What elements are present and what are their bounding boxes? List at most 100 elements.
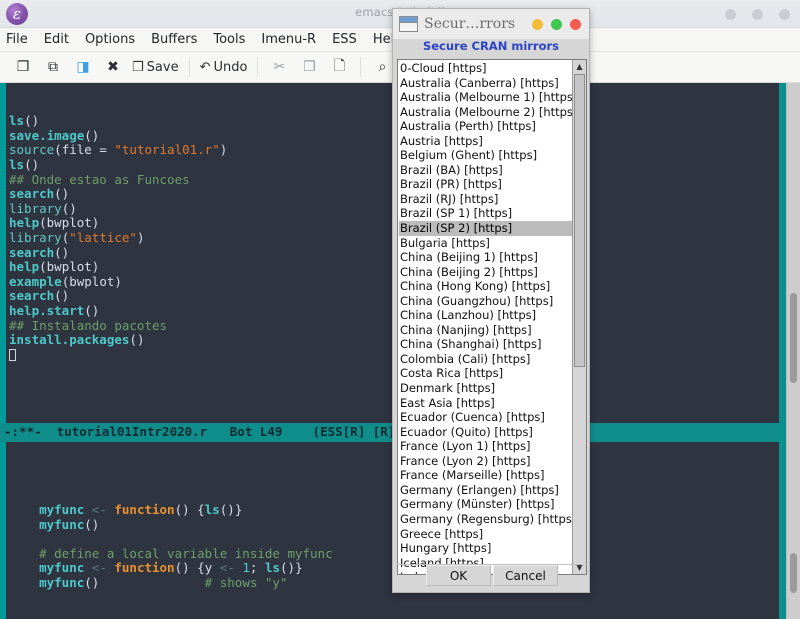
dialog-titlebar: Secur…rrors	[393, 9, 589, 39]
code-token: <-	[212, 560, 242, 575]
dialog-minimize-button[interactable]	[532, 19, 543, 30]
mirror-list-item[interactable]: China (Shanghai) [https]	[399, 337, 572, 352]
dialog-maximize-button[interactable]	[551, 19, 562, 30]
code-token: (	[39, 259, 47, 274]
code-token: <-	[84, 560, 114, 575]
mirror-list-item[interactable]: Germany (Erlangen) [https]	[399, 483, 572, 498]
code-token: ()	[84, 128, 99, 143]
screen: ε emacs@aledell File Edit Options Buffer…	[0, 0, 800, 619]
mirror-list-item[interactable]: Australia (Canberra) [https]	[399, 76, 572, 91]
mirror-list-item[interactable]: Brazil (BA) [https]	[399, 163, 572, 178]
menu-item-buffers[interactable]: Buffers	[151, 32, 197, 47]
cran-mirror-dialog[interactable]: Secur…rrors Secure CRAN mirrors 0-Cloud …	[392, 8, 590, 593]
code-token: bwplot	[47, 215, 92, 230]
code-token	[9, 560, 39, 575]
dialog-window-controls[interactable]	[532, 19, 583, 30]
menu-item-options[interactable]: Options	[85, 32, 135, 47]
code-token: ()	[54, 288, 69, 303]
mirror-list-item[interactable]: Brazil (PR) [https]	[399, 177, 572, 192]
mirror-list[interactable]: 0-Cloud [https]Australia (Canberra) [htt…	[398, 60, 572, 574]
menu-item-imenu-r[interactable]: Imenu-R	[261, 32, 316, 47]
copy-icon[interactable]: ❐	[294, 54, 324, 80]
close-button[interactable]	[779, 9, 790, 20]
mirror-list-item[interactable]: Brazil (SP 2) [https]	[399, 221, 572, 236]
mirror-list-item[interactable]: Ecuador (Quito) [https]	[399, 425, 572, 440]
code-token: source	[9, 142, 54, 157]
mirror-list-item[interactable]: Australia (Melbourne 1) [https]	[399, 90, 572, 105]
mirror-list-item[interactable]: China (Nanjing) [https]	[399, 323, 572, 338]
close-buffer-icon[interactable]: ✖	[98, 54, 128, 80]
mirror-list-item[interactable]: Germany (Münster) [https]	[399, 497, 572, 512]
mirror-list-item[interactable]: Bulgaria [https]	[399, 236, 572, 251]
save-button[interactable]: ❐ Save	[128, 54, 183, 80]
save-label: Save	[147, 60, 179, 75]
mirror-list-item[interactable]: Brazil (SP 1) [https]	[399, 206, 572, 221]
maximize-button[interactable]	[752, 9, 763, 20]
code-token: (	[54, 142, 62, 157]
code-token: myfunc	[39, 575, 84, 590]
mirror-list-item[interactable]: Germany (Regensburg) [https]	[399, 512, 572, 527]
mirror-list-item[interactable]: China (Hong Kong) [https]	[399, 279, 572, 294]
mirror-list-scrollbar[interactable]: ▲ ▼	[572, 60, 586, 574]
mirror-list-item[interactable]: China (Beijing 1) [https]	[399, 250, 572, 265]
mirror-list-item[interactable]: Colombia (Cali) [https]	[399, 352, 572, 367]
mirror-scrollbar-thumb[interactable]	[574, 74, 585, 367]
code-token: myfunc	[39, 517, 84, 532]
mirror-list-item[interactable]: China (Beijing 2) [https]	[399, 265, 572, 280]
mirror-list-item[interactable]: Greece [https]	[399, 527, 572, 542]
menu-item-tools[interactable]: Tools	[213, 32, 245, 47]
code-token: )	[92, 259, 100, 274]
undo-icon: ↶	[200, 60, 211, 75]
buffer-scrollbar[interactable]	[786, 83, 800, 619]
open-file-icon[interactable]: ⧉	[38, 54, 68, 80]
action-spacer-right	[559, 565, 587, 586]
mirror-list-item[interactable]: France (Lyon 2) [https]	[399, 454, 572, 469]
mirror-list-item[interactable]: Australia (Perth) [https]	[399, 119, 572, 134]
mirror-list-item[interactable]: Ecuador (Cuenca) [https]	[399, 410, 572, 425]
menu-item-ess[interactable]: ESS	[332, 32, 357, 47]
window-controls[interactable]	[725, 9, 790, 20]
dired-icon[interactable]: ◨	[68, 54, 98, 80]
mirror-list-item[interactable]: 0-Cloud [https]	[399, 61, 572, 76]
mirror-list-item[interactable]: Austria [https]	[399, 134, 572, 149]
mirror-list-item[interactable]: Denmark [https]	[399, 381, 572, 396]
mirror-list-item[interactable]: France (Marseille) [https]	[399, 468, 572, 483]
paste-icon[interactable]: 🗋	[324, 54, 354, 80]
mirror-list-item[interactable]: France (Lyon 1) [https]	[399, 439, 572, 454]
mirror-list-item[interactable]: Brazil (RJ) [https]	[399, 192, 572, 207]
mirror-list-item[interactable]: Australia (Melbourne 2) [https]	[399, 105, 572, 120]
code-token: search	[9, 186, 54, 201]
mirror-list-container[interactable]: 0-Cloud [https]Australia (Canberra) [htt…	[397, 59, 587, 575]
dialog-actions[interactable]: OK Cancel	[397, 564, 587, 586]
save-icon: ❐	[132, 60, 144, 75]
mirror-list-item[interactable]: China (Lanzhou) [https]	[399, 308, 572, 323]
toolbar-separator-3	[360, 57, 361, 77]
code-token: library	[9, 201, 62, 216]
new-file-icon[interactable]: ❐	[8, 54, 38, 80]
mirror-list-item[interactable]: Costa Rica [https]	[399, 366, 572, 381]
scrollbar-thumb-top[interactable]	[790, 293, 797, 383]
code-token: 1	[242, 560, 250, 575]
cut-icon[interactable]: ✂	[264, 54, 294, 80]
toolbar-separator-1	[189, 57, 190, 77]
code-token: {	[190, 560, 205, 575]
dialog-close-button[interactable]	[570, 19, 581, 30]
minimize-button[interactable]	[725, 9, 736, 20]
menu-item-edit[interactable]: Edit	[44, 32, 69, 47]
cancel-button[interactable]: Cancel	[493, 565, 558, 586]
code-token: myfunc	[39, 560, 84, 575]
code-token: ()	[54, 245, 69, 260]
mirror-list-item[interactable]: Hungary [https]	[399, 541, 572, 556]
code-token: # define a local variable inside myfunc	[9, 546, 333, 561]
code-token: example	[9, 274, 62, 289]
mirror-list-item[interactable]: China (Guangzhou) [https]	[399, 294, 572, 309]
mirror-list-item[interactable]: Belgium (Ghent) [https]	[399, 148, 572, 163]
scrollbar-thumb-bottom[interactable]	[790, 553, 797, 593]
mirror-list-item[interactable]: East Asia [https]	[399, 396, 572, 411]
ok-button[interactable]: OK	[426, 565, 491, 586]
menu-item-file[interactable]: File	[6, 32, 28, 47]
undo-button[interactable]: ↶ Undo	[196, 54, 252, 80]
code-token: help	[9, 215, 39, 230]
code-token	[9, 502, 39, 517]
scroll-up-icon[interactable]: ▲	[573, 60, 586, 73]
